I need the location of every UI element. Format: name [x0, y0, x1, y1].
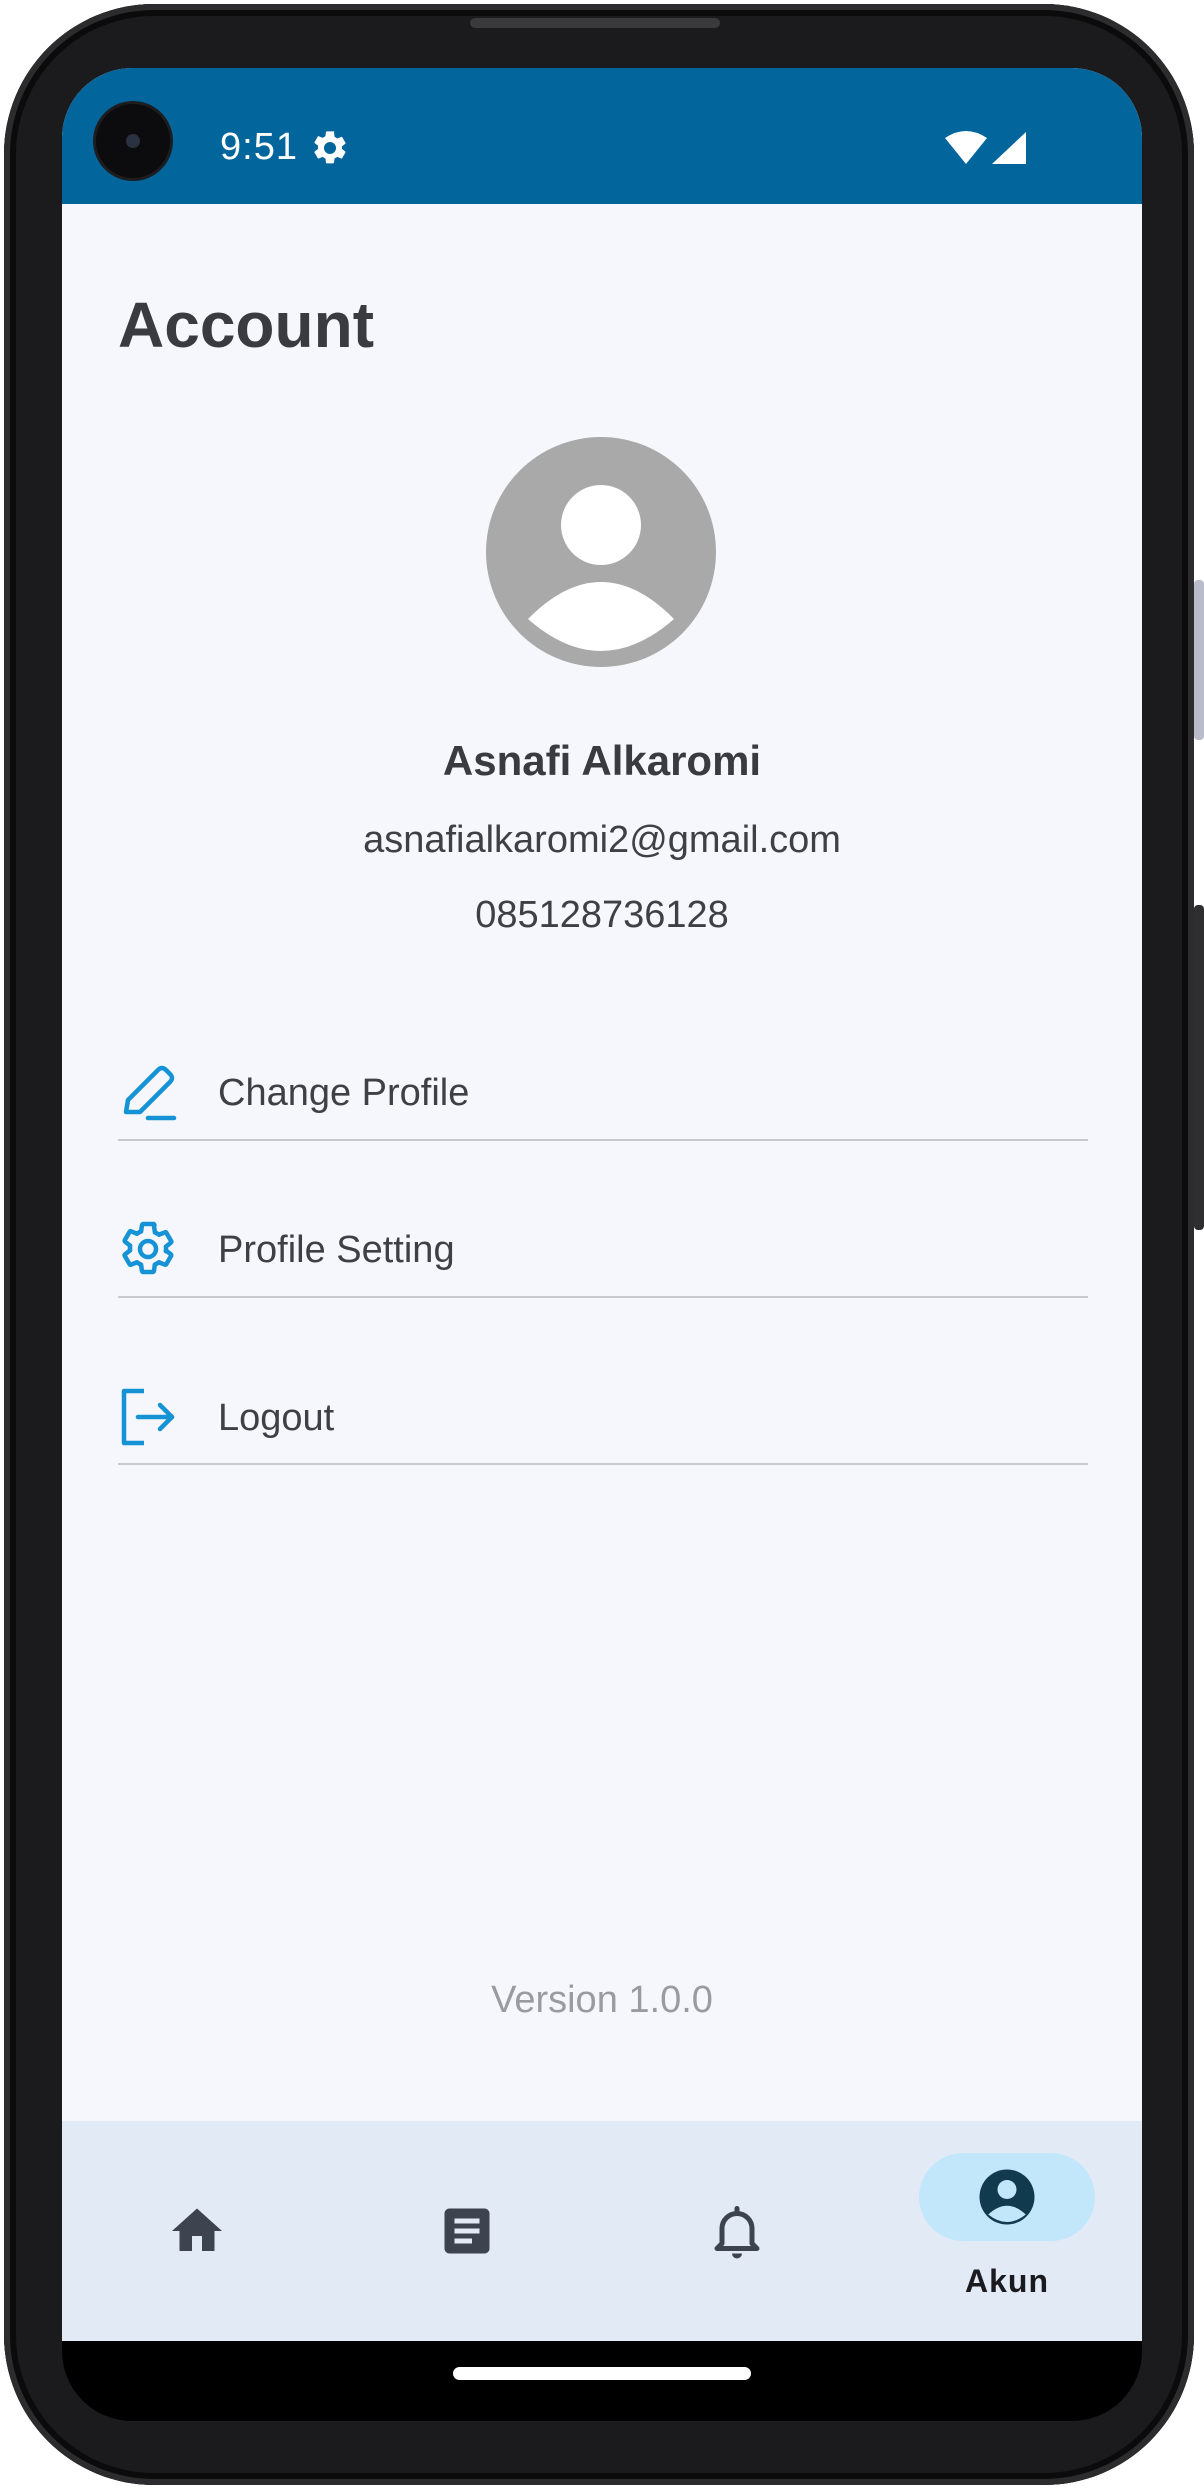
article-icon — [444, 2208, 490, 2254]
power-button — [1194, 905, 1204, 1230]
menu-divider — [118, 1296, 1088, 1298]
volume-button — [1194, 580, 1204, 740]
nav-notifications[interactable] — [602, 2121, 872, 2341]
nav-home[interactable] — [62, 2121, 332, 2341]
logout-icon — [121, 1388, 175, 1446]
menu-divider — [118, 1139, 1088, 1141]
account-circle-icon — [486, 437, 716, 667]
gear-icon — [122, 1221, 174, 1275]
nav-articles[interactable] — [332, 2121, 602, 2341]
profile-setting-button[interactable]: Profile Setting — [118, 1191, 1088, 1291]
menu-divider — [118, 1463, 1088, 1465]
settings-icon — [314, 131, 346, 164]
change-profile-button[interactable]: Change Profile — [118, 1034, 1088, 1134]
user-email: asnafialkaromi2@gmail.com — [363, 819, 841, 861]
status-bar: 9:51 — [62, 68, 1142, 204]
edit-pencil-icon — [123, 1065, 177, 1121]
app-screen: 9:51 Account Asnafi Alkaromi asnafialkar… — [62, 68, 1142, 2341]
change-profile-label: Change Profile — [218, 1072, 470, 1114]
home-indicator[interactable] — [453, 2367, 751, 2380]
nav-account-label: Akun — [965, 2263, 1049, 2299]
cell-signal-icon — [992, 132, 1026, 164]
logout-button[interactable]: Logout — [118, 1359, 1088, 1459]
page-title: Account — [118, 289, 374, 361]
nav-account[interactable]: Akun — [872, 2121, 1142, 2341]
wifi-icon — [945, 131, 987, 164]
user-name: Asnafi Alkaromi — [442, 737, 762, 784]
app-version: Version 1.0.0 — [491, 1979, 713, 2021]
status-time: 9:51 — [220, 126, 298, 168]
home-icon — [172, 2208, 222, 2251]
profile-setting-label: Profile Setting — [218, 1229, 455, 1271]
earpiece-speaker — [470, 18, 720, 28]
bell-icon — [714, 2206, 760, 2259]
front-camera — [96, 104, 170, 178]
screen-bottom-bar — [62, 2341, 1142, 2421]
account-icon — [979, 2169, 1035, 2225]
logout-label: Logout — [218, 1397, 335, 1439]
phone-device: 9:51 Account Asnafi Alkaromi asnafialkar… — [0, 0, 1204, 2491]
bottom-navigation: Akun — [62, 2121, 1142, 2341]
user-phone: 085128736128 — [475, 894, 729, 936]
